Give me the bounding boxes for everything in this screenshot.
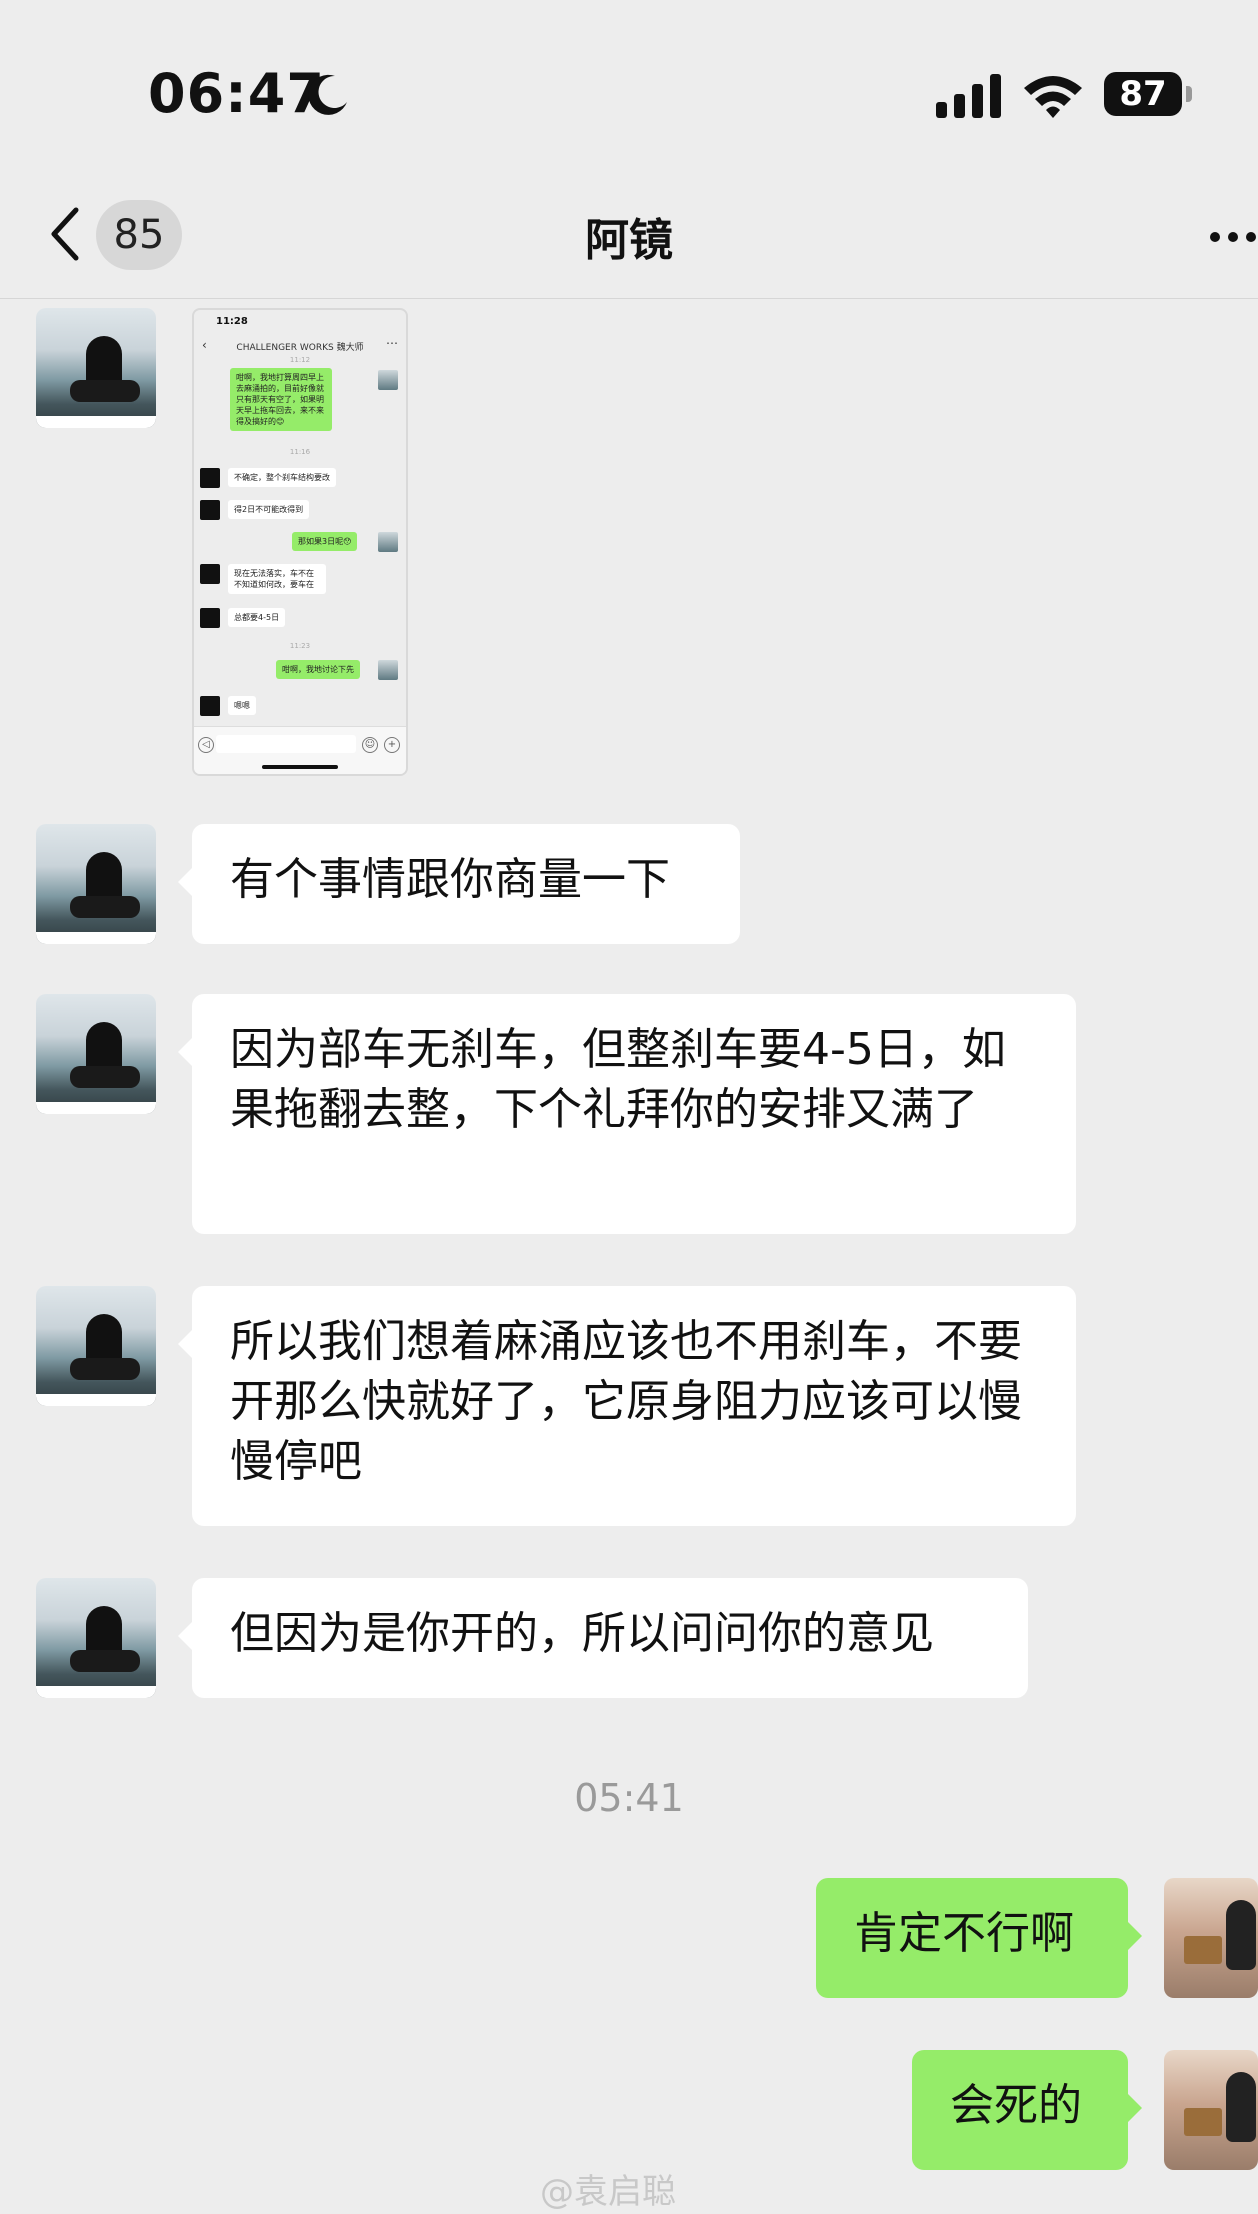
preview-plus-icon: + [384,737,400,753]
message-text: 因为部车无刹车，但整刹车要4-5日，如果拖翻去整，下个礼拜你的安排又满了 [230,1024,1006,1135]
message-bubble[interactable]: 所以我们想着麻涌应该也不用刹车，不要开那么快就好了，它原身阻力应该可以慢慢停吧 [178,1286,1076,1526]
preview-timestamp: 11:23 [289,642,311,650]
message-bubble[interactable]: 有个事情跟你商量一下 [178,824,740,944]
preview-message: 那如果3日呢😯 [292,532,358,551]
preview-avatar [200,468,220,488]
preview-home-indicator [262,765,338,769]
preview-message: 咁啊，我地讨论下先 [276,660,360,679]
preview-voice-icon: ◁ [198,737,214,753]
contact-avatar[interactable] [36,824,156,944]
cellular-signal-icon [936,74,1001,118]
my-avatar[interactable] [1164,2050,1258,2170]
preview-text-field [216,735,356,753]
my-avatar[interactable] [1164,1878,1258,1998]
preview-message: 总都要4-5日 [228,608,286,627]
moon-icon [308,74,347,115]
preview-avatar [378,660,398,680]
preview-time: 11:28 [216,316,248,327]
battery-level: 87 [1104,72,1182,116]
message-text: 所以我们想着麻涌应该也不用刹车，不要开那么快就好了，它原身阻力应该可以慢慢停吧 [230,1316,1022,1487]
chat-title: 阿镜 [585,215,673,266]
chat-timestamp: 05:41 [574,1776,684,1820]
contact-avatar[interactable] [36,994,156,1114]
message-text: 肯定不行啊 [854,1908,1074,1959]
preview-message: 咁啊，我地打算周四早上去麻涌拍的，目前好像就只有那天有空了，如果明天早上拖车回去… [230,368,332,431]
preview-title: CHALLENGER WORKS 魏大师 [236,343,364,353]
message-text: 但因为是你开的，所以问问你的意见 [230,1608,934,1659]
weibo-watermark: @袁启聪 [540,2172,676,2212]
contact-avatar[interactable] [36,308,156,428]
preview-message: 不确定，整个刹车结构要改 [228,468,336,487]
preview-timestamp: 11:16 [289,448,311,456]
preview-message: 现在无法落实，车不在不知道如何改，要车在 [228,564,326,594]
message-bubble[interactable]: 因为部车无刹车，但整刹车要4-5日，如果拖翻去整，下个礼拜你的安排又满了 [178,994,1076,1234]
my-message-bubble[interactable]: 肯定不行啊 [816,1878,1142,1998]
preview-message: 得2日不可能改得到 [228,500,310,519]
battery-cap [1186,86,1192,102]
preview-emoji-icon: ☺ [362,737,378,753]
my-message-bubble[interactable]: 会死的 [912,2050,1142,2170]
chat-header: 85 阿镜 [0,180,1258,299]
shared-screenshot-image[interactable]: 11:28 ‹ CHALLENGER WORKS 魏大师 ⋯ 11:12 咁啊，… [192,308,408,776]
preview-avatar [200,696,220,716]
battery-indicator: 87 [1104,72,1196,118]
message-text: 会死的 [950,2080,1082,2131]
preview-input-bar: ◁ ☺ + [194,726,406,774]
preview-avatar [378,532,398,552]
preview-more-icon: ⋯ [386,336,398,350]
contact-avatar[interactable] [36,1578,156,1698]
preview-avatar [200,564,220,584]
message-bubble[interactable]: 但因为是你开的，所以问问你的意见 [178,1578,1028,1698]
preview-message: 嗯嗯 [228,696,256,715]
more-options-icon[interactable] [1210,210,1258,260]
preview-avatar [200,500,220,520]
wifi-icon [1024,76,1082,118]
preview-avatar [200,608,220,628]
preview-timestamp: 11:12 [289,356,311,364]
preview-avatar [378,370,398,390]
contact-avatar[interactable] [36,1286,156,1406]
message-text: 有个事情跟你商量一下 [230,854,670,905]
status-time: 06:47 [148,62,325,125]
status-bar: 06:47 87 [0,0,1258,180]
